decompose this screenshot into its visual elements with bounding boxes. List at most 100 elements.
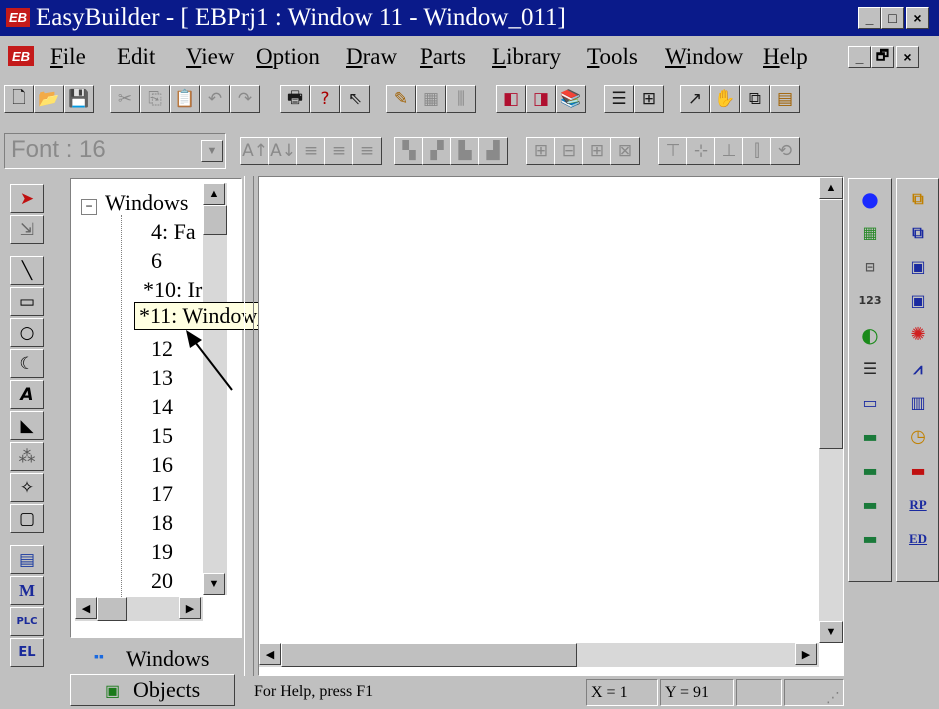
menu-tools[interactable]: Tools (587, 44, 638, 70)
panel-splitter[interactable] (244, 176, 254, 676)
menu-parts[interactable]: Parts (420, 44, 466, 70)
line-icon[interactable]: ╲ (10, 256, 44, 285)
mdi-restore-button[interactable]: 🗗 (871, 46, 894, 68)
star-icon[interactable]: ✧ (10, 473, 44, 502)
tree-item-window-19[interactable]: 19 (151, 539, 173, 565)
arc-icon[interactable]: ☾ (10, 349, 44, 378)
tree-item-window-16[interactable]: 16 (151, 452, 173, 478)
menu-edit[interactable]: Edit (117, 44, 155, 70)
frame-icon[interactable]: ▢ (10, 504, 44, 533)
canvas-scroll-right-icon[interactable]: ▶ (795, 643, 817, 665)
tree-item-window-14[interactable]: 14 (151, 394, 173, 420)
animation-icon[interactable]: ◐ (853, 319, 887, 350)
align-bottom-icon[interactable]: ⊥ (714, 137, 744, 165)
set-bit-icon[interactable]: ⊟ (853, 251, 887, 282)
canvas-vscroll-thumb[interactable] (819, 199, 843, 449)
design-canvas[interactable]: ▲ ▼ ◀ ▶ (258, 176, 844, 676)
data-transfer-icon[interactable]: ▬ (853, 421, 887, 452)
tree-item-window-6[interactable]: 6 (151, 248, 162, 274)
indirect-window-icon[interactable]: ⧉ (901, 183, 935, 214)
make-same-icon[interactable]: ⊞ (582, 137, 612, 165)
slide-icon[interactable]: ▬ (901, 455, 935, 486)
ed-icon[interactable]: ED (901, 523, 935, 554)
send-back-icon[interactable]: ▞ (422, 137, 452, 165)
macro-icon[interactable]: M (10, 576, 44, 605)
group-icon[interactable]: ⊞ (526, 137, 556, 165)
panel-tab-objects[interactable]: ▣ Objects (70, 674, 235, 706)
xy-plot-icon[interactable]: ▣ (901, 285, 935, 316)
ungroup-icon[interactable]: ⊟ (554, 137, 584, 165)
undo-icon[interactable]: ↶ (200, 85, 230, 113)
tree-item-window-20[interactable]: 20 (151, 568, 173, 594)
clock-icon[interactable]: ◷ (901, 421, 935, 452)
copy-icon[interactable]: ⎘ (140, 85, 170, 113)
history-icon[interactable]: ⩘ (901, 353, 935, 384)
pen-icon[interactable]: ✎ (386, 85, 416, 113)
font-larger-icon[interactable]: A↑ (240, 137, 270, 165)
align-center-icon[interactable]: ≡ (324, 137, 354, 165)
size-icon[interactable]: ⊠ (610, 137, 640, 165)
canvas-scroll-down-icon[interactable]: ▼ (819, 621, 843, 643)
canvas-scroll-up-icon[interactable]: ▲ (819, 177, 843, 199)
cut-icon[interactable]: ✂ (110, 85, 140, 113)
close-button[interactable]: × (906, 7, 929, 29)
chart-icon[interactable]: ▥ (901, 387, 935, 418)
align-middle-icon[interactable]: ⊹ (686, 137, 716, 165)
moving-shape-icon[interactable]: ▬ (853, 523, 887, 554)
rp-icon[interactable]: RP (901, 489, 935, 520)
dot-pattern-icon[interactable]: ⁂ (10, 442, 44, 471)
panel-tab-windows[interactable]: ▪▪ Windows (70, 640, 242, 676)
collapse-icon[interactable]: − (81, 199, 97, 215)
plc-icon[interactable]: PLC (10, 607, 44, 636)
text-icon[interactable]: A (10, 380, 44, 409)
menu-file[interactable]: File (50, 44, 86, 70)
function-key-icon[interactable]: ▤ (10, 545, 44, 574)
hand-icon[interactable]: ✋ (710, 85, 740, 113)
tree-hscroll-thumb[interactable] (97, 597, 127, 621)
distribute-icon[interactable]: ⫿ (742, 137, 772, 165)
bring-forward-icon[interactable]: ▙ (450, 137, 480, 165)
paste-icon[interactable]: 📋 (170, 85, 200, 113)
menu-option[interactable]: Option (256, 44, 320, 70)
scroll-left-icon[interactable]: ◀ (75, 597, 97, 619)
tree-scroll-thumb[interactable] (203, 205, 227, 235)
scroll-right-icon[interactable]: ▶ (179, 597, 201, 619)
grid-icon[interactable]: ▦ (416, 85, 446, 113)
el-icon[interactable]: EL (10, 638, 44, 667)
menu-draw[interactable]: Draw (346, 44, 397, 70)
library-book-icon[interactable]: 📚 (556, 85, 586, 113)
tree-item-window-10[interactable]: *10: Ir (143, 277, 202, 303)
trend-icon[interactable]: ▣ (901, 251, 935, 282)
align-icon[interactable]: ⫼ (446, 85, 476, 113)
flip-icon[interactable]: ⟲ (770, 137, 800, 165)
simulate-icon[interactable]: ⧉ (740, 85, 770, 113)
mdi-close-button[interactable]: × (896, 46, 919, 68)
context-help-icon[interactable]: ⇖ (340, 85, 370, 113)
display-icon[interactable]: ▬ (853, 455, 887, 486)
tree-item-window-13[interactable]: 13 (151, 365, 173, 391)
list-icon[interactable]: ☰ (604, 85, 634, 113)
bar-graph-icon[interactable]: ☰ (853, 353, 887, 384)
bring-front-icon[interactable]: ▚ (394, 137, 424, 165)
scroll-down-icon[interactable]: ▼ (203, 573, 225, 595)
menu-window[interactable]: Window (665, 44, 743, 70)
tree-item-window-12[interactable]: 12 (151, 336, 173, 362)
redo-icon[interactable]: ↷ (230, 85, 260, 113)
multi-select-icon[interactable]: ⇲ (10, 215, 44, 244)
rectangle-icon[interactable]: ▭ (10, 287, 44, 316)
download-icon[interactable]: ◨ (526, 85, 556, 113)
resize-grip-icon[interactable]: ⋰ (826, 690, 840, 706)
table-icon[interactable]: ⊞ (634, 85, 664, 113)
project-icon[interactable]: ▤ (770, 85, 800, 113)
print-icon[interactable]: 🖶 (280, 85, 310, 113)
menu-help[interactable]: Help (763, 44, 808, 70)
chevron-down-icon[interactable]: ▼ (201, 140, 223, 162)
word-lamp-icon[interactable]: ▦ (853, 217, 887, 248)
maximize-button[interactable]: □ (881, 7, 904, 29)
open-folder-icon[interactable]: 📂 (34, 85, 64, 113)
scale-icon[interactable]: ◣ (10, 411, 44, 440)
alarm-icon[interactable]: ✺ (901, 319, 935, 350)
ascii-icon[interactable]: ▭ (853, 387, 887, 418)
compile-icon[interactable]: ◧ (496, 85, 526, 113)
font-smaller-icon[interactable]: A↓ (268, 137, 298, 165)
